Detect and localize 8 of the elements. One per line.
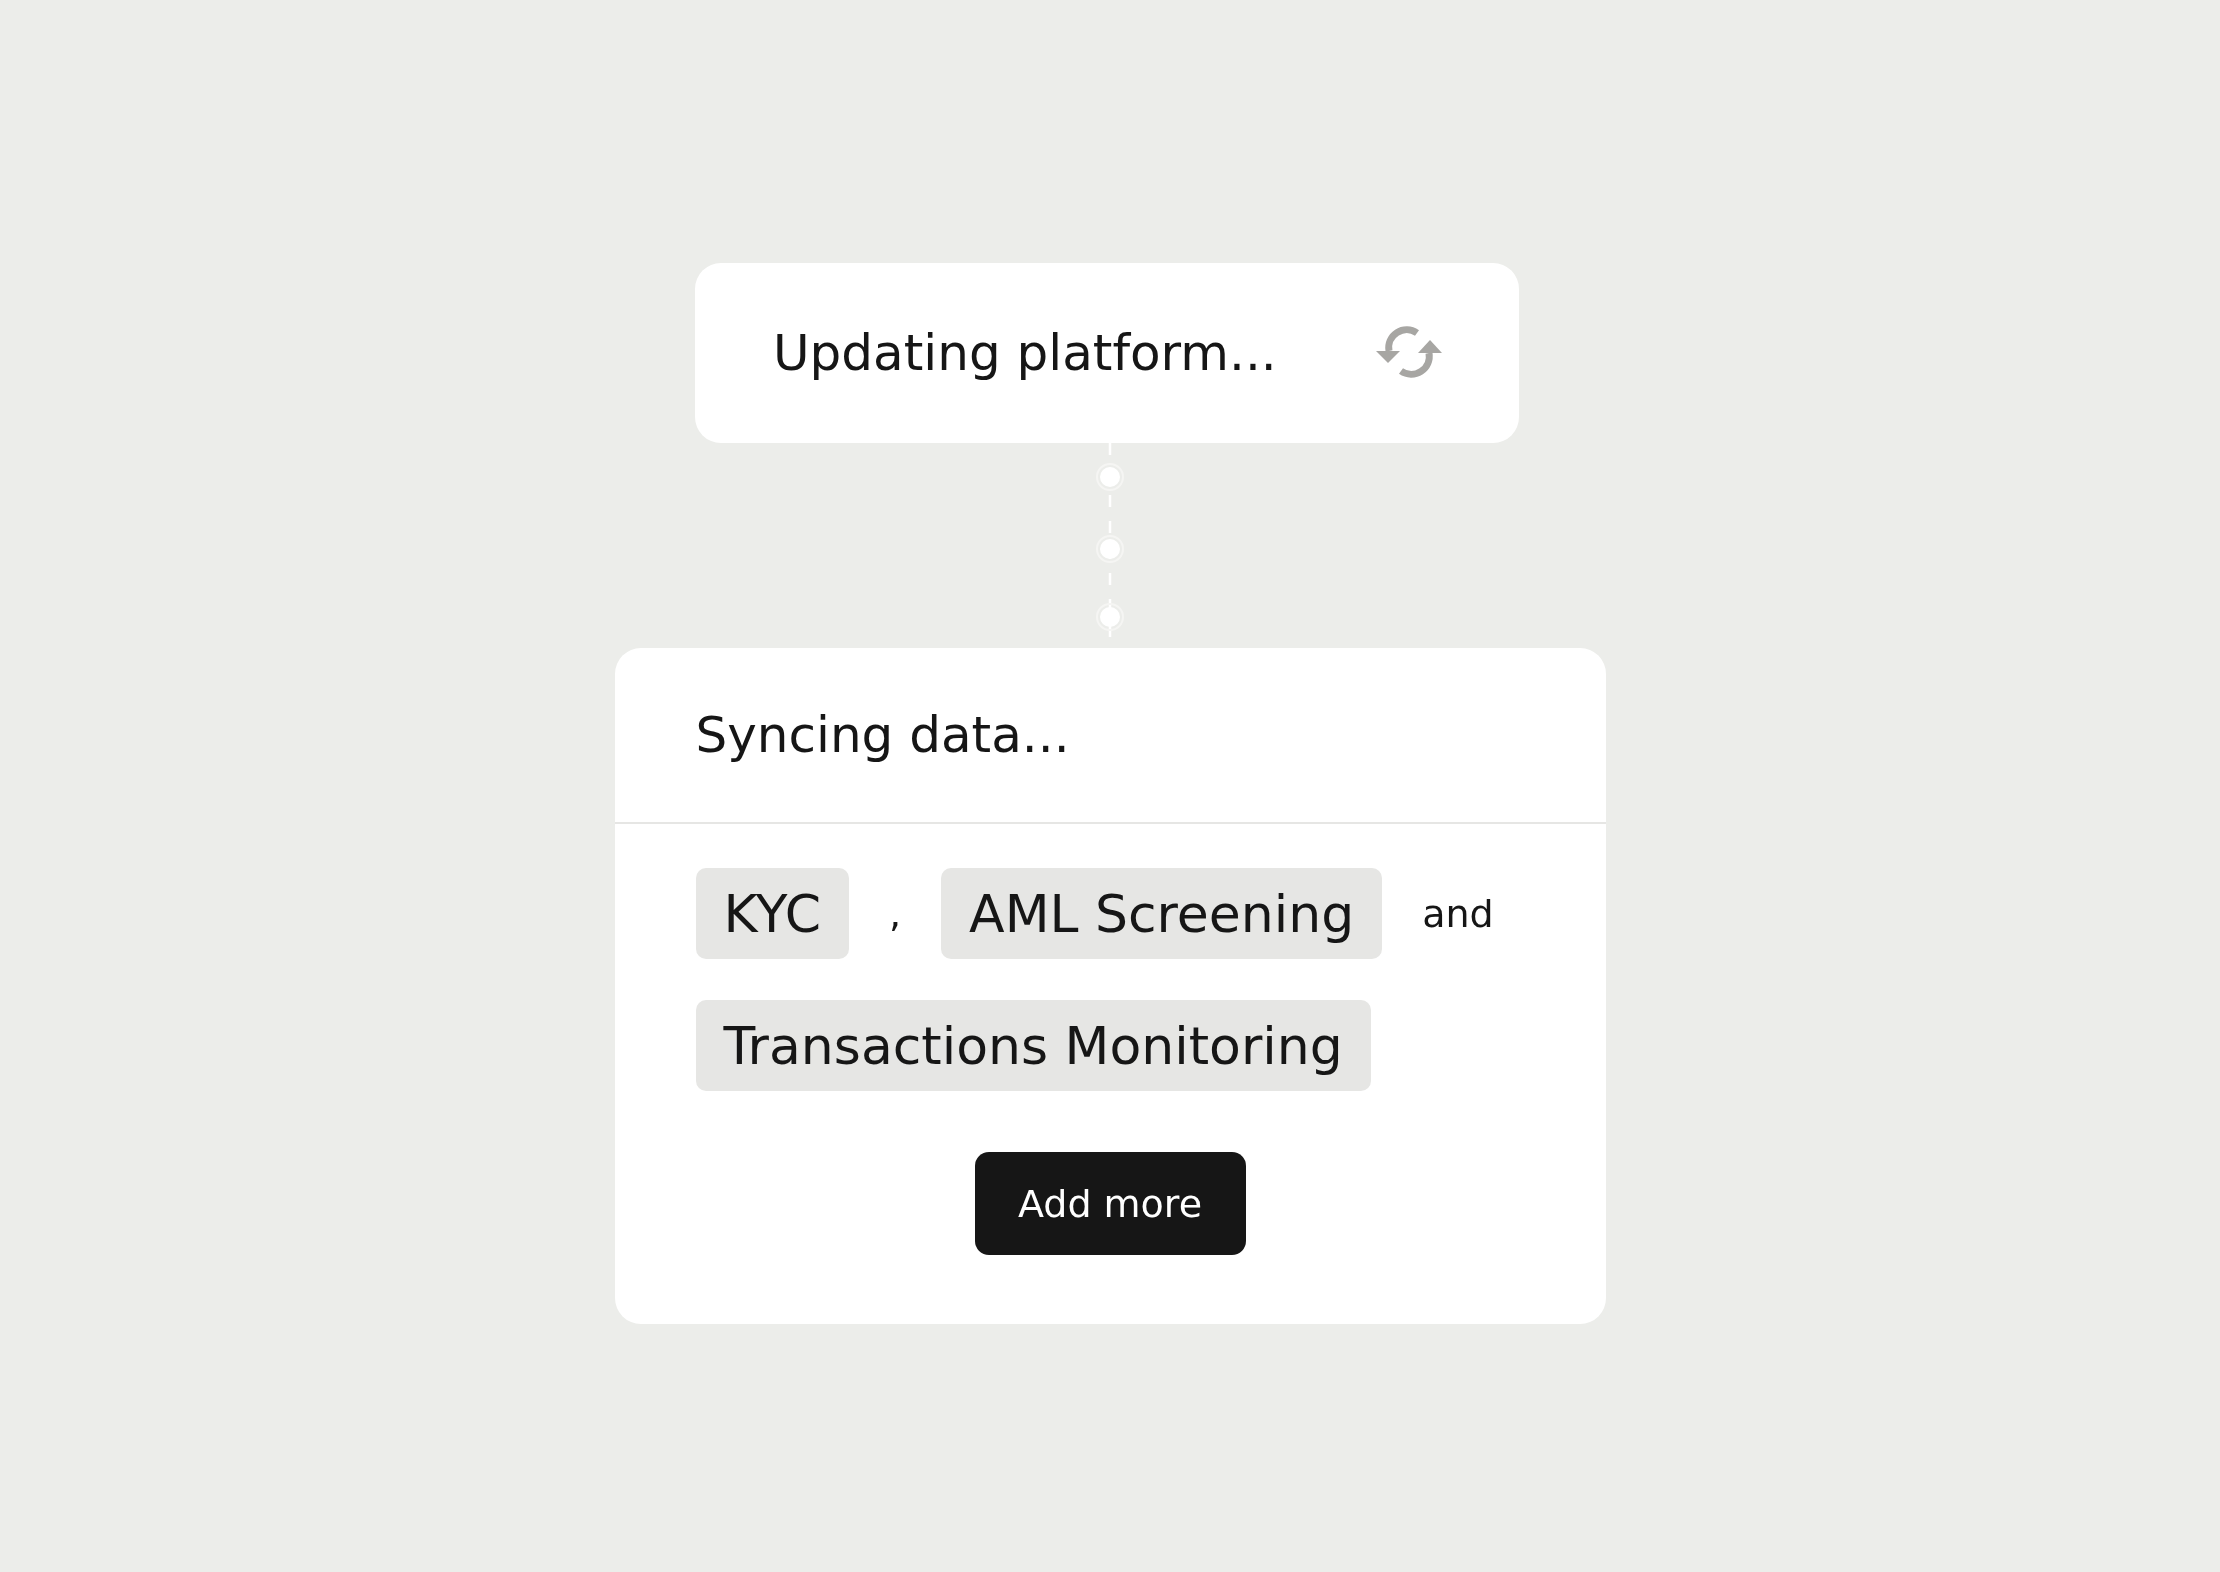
status-title: Updating platform... (773, 324, 1277, 382)
add-more-button[interactable]: Add more (974, 1152, 1246, 1255)
module-tag: KYC (695, 868, 849, 959)
sync-title: Syncing data... (695, 706, 1070, 764)
module-tag: Transactions Monitoring (695, 1000, 1371, 1091)
separator-text: and (1422, 891, 1494, 936)
module-tag: AML Screening (941, 868, 1383, 959)
separator-text: , (889, 891, 902, 936)
